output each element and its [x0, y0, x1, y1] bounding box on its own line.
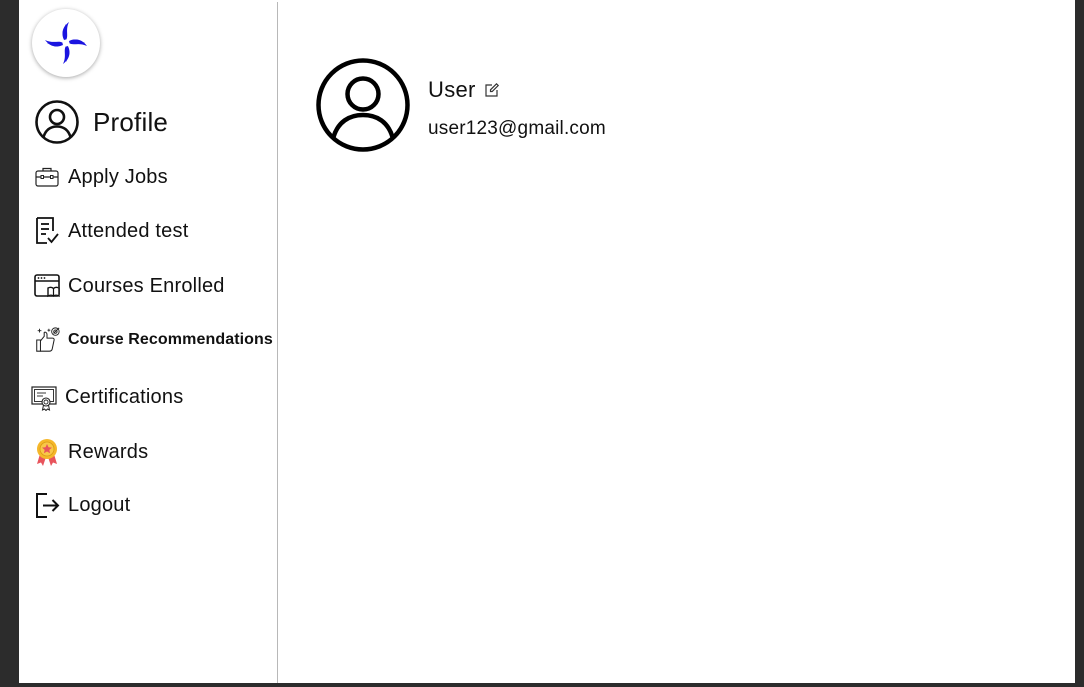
logout-icon: [33, 491, 61, 519]
sidebar-item-label: Rewards: [68, 440, 149, 463]
sidebar-item-label: Certifications: [65, 385, 184, 408]
profile-avatar: [316, 58, 410, 152]
sidebar-item-label: Logout: [68, 493, 131, 516]
briefcase-icon: [33, 163, 61, 191]
browser-book-icon: [33, 272, 61, 300]
user-circle-icon: [35, 100, 79, 144]
certificate-icon: [30, 383, 58, 411]
thumbs-up-target-icon: [33, 326, 61, 354]
sidebar-item-label: Attended test: [68, 219, 189, 242]
sidebar-item-logout[interactable]: Logout: [33, 491, 130, 519]
app-window: Profile Apply Jobs Attended test Courses…: [19, 0, 1075, 683]
checklist-document-icon: [33, 217, 61, 245]
app-logo[interactable]: [32, 9, 100, 77]
sidebar-divider: [277, 2, 278, 683]
user-name-row: User: [428, 77, 500, 103]
sidebar-item-label: Courses Enrolled: [68, 274, 225, 297]
sidebar-item-label: Apply Jobs: [68, 165, 168, 188]
user-name: User: [428, 77, 476, 102]
sidebar-item-rewards[interactable]: Rewards: [33, 438, 148, 466]
sidebar-item-label: Profile: [93, 106, 169, 137]
sidebar-item-certifications[interactable]: Certifications: [30, 383, 183, 411]
sidebar: Profile Apply Jobs Attended test Courses…: [19, 0, 277, 683]
pinwheel-logo-icon: [45, 22, 87, 64]
sidebar-item-course-recommendations[interactable]: Course Recommendations: [33, 326, 273, 354]
sidebar-item-attended-test[interactable]: Attended test: [33, 217, 188, 245]
sidebar-item-apply-jobs[interactable]: Apply Jobs: [33, 163, 168, 191]
edit-pencil-icon[interactable]: [484, 82, 500, 98]
user-circle-icon: [316, 58, 410, 152]
sidebar-item-courses-enrolled[interactable]: Courses Enrolled: [33, 272, 225, 300]
user-email: user123@gmail.com: [428, 118, 606, 139]
medal-icon: [33, 438, 61, 466]
sidebar-item-label: Course Recommendations: [68, 331, 273, 348]
sidebar-item-profile[interactable]: Profile: [34, 99, 168, 145]
